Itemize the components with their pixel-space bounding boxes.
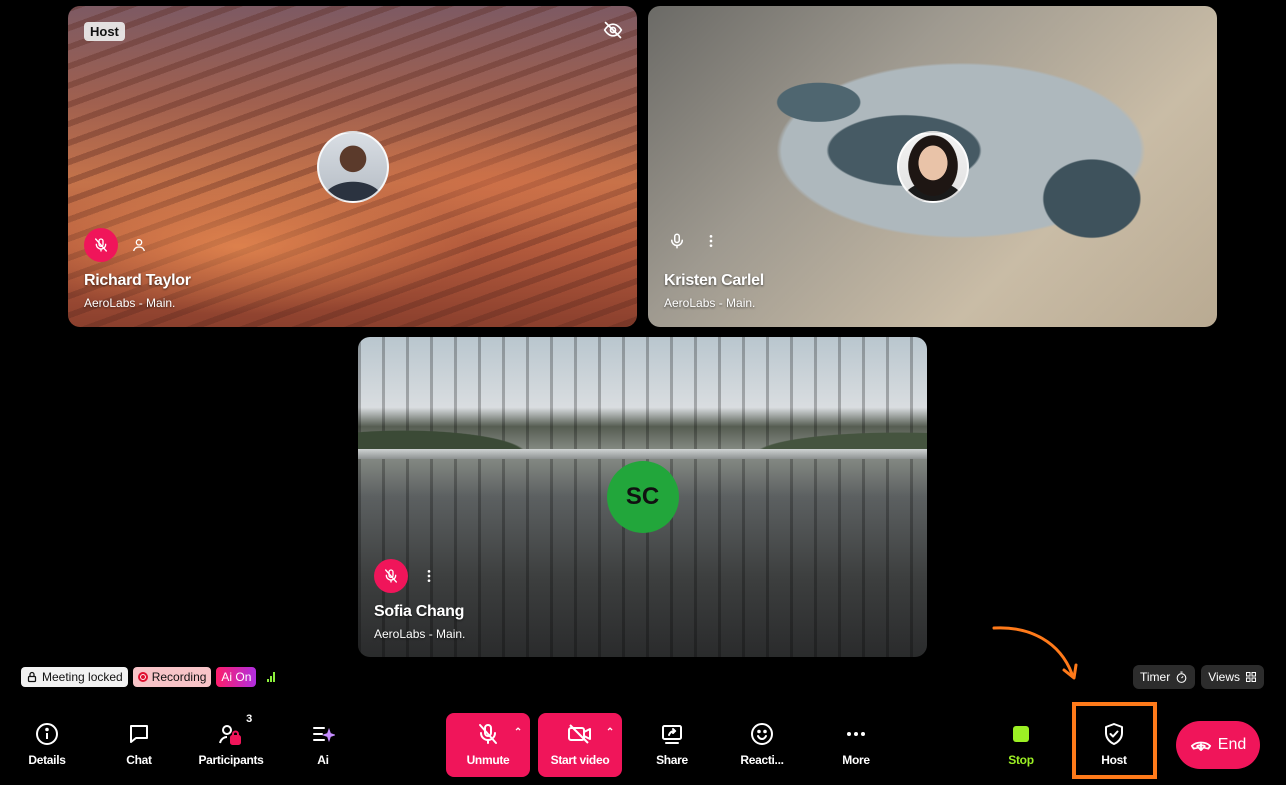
chevron-up-icon[interactable]: ⌃ [606, 727, 614, 738]
ai-button[interactable]: Ai [285, 713, 361, 775]
stop-recording-button[interactable]: Stop [983, 713, 1059, 775]
phone-end-icon [1190, 741, 1211, 751]
share-button[interactable]: Share [634, 713, 710, 775]
video-background-dam [358, 449, 927, 459]
video-background-hills [358, 399, 927, 454]
participants-icon: 3 [218, 713, 252, 749]
video-tile-richard[interactable]: Host Richard Taylor AeroLabs - Main. [68, 6, 637, 327]
info-icon [35, 719, 59, 749]
unmute-label: Unmute [466, 753, 510, 767]
participant-org: AeroLabs - Main. [664, 296, 756, 310]
end-call-button[interactable]: End [1176, 721, 1260, 769]
ai-label: Ai [317, 753, 329, 767]
avatar-initials: SC [606, 461, 679, 533]
start-video-label: Start video [550, 753, 610, 767]
ai-status-badge[interactable]: Ai On [216, 667, 257, 687]
timer-label: Timer [1139, 670, 1171, 684]
ai-icon [311, 719, 335, 749]
recording-label: Recording [151, 670, 207, 684]
record-dot-icon [137, 672, 148, 682]
participants-count-badge: 3 [246, 713, 252, 725]
share-label: Share [656, 753, 688, 767]
recording-badge[interactable]: Recording [132, 667, 212, 687]
eye-off-icon[interactable] [603, 20, 623, 40]
more-vertical-icon[interactable] [698, 228, 724, 254]
mic-icon[interactable] [664, 228, 690, 254]
participants-button[interactable]: 3 Participants [193, 713, 269, 775]
participant-name: Richard Taylor [84, 272, 191, 289]
chat-button[interactable]: Chat [101, 713, 177, 775]
lock-icon [27, 671, 37, 683]
status-bar: Meeting locked Recording Ai On [21, 667, 276, 687]
chat-icon [127, 719, 151, 749]
unmute-button[interactable]: ⌃ Unmute [446, 713, 530, 777]
end-label: End [1217, 736, 1247, 753]
participant-org: AeroLabs - Main. [374, 627, 466, 641]
participant-name: Sofia Chang [374, 603, 465, 620]
mic-off-icon[interactable] [374, 559, 408, 593]
person-icon[interactable] [126, 232, 152, 258]
meeting-locked-badge[interactable]: Meeting locked [21, 667, 128, 687]
mic-off-icon[interactable] [84, 228, 118, 262]
start-video-button[interactable]: ⌃ Start video [538, 713, 622, 777]
participants-label: Participants [198, 753, 264, 767]
meeting-locked-label: Meeting locked [42, 670, 123, 684]
video-tile-kristen[interactable]: Kristen Carlel AeroLabs - Main. [648, 6, 1217, 327]
mic-off-icon [476, 719, 500, 749]
chat-label: Chat [126, 753, 152, 767]
smile-icon [750, 719, 774, 749]
timer-icon [1176, 671, 1187, 683]
views-label: Views [1208, 670, 1240, 684]
reactions-label: Reacti... [740, 753, 784, 767]
arrow-annotation-icon [992, 626, 1078, 680]
stop-icon [1013, 719, 1029, 749]
stop-label: Stop [1008, 753, 1034, 767]
grid-icon [1246, 672, 1256, 682]
participant-org: AeroLabs - Main. [84, 296, 176, 310]
signal-icon [267, 672, 276, 682]
share-screen-icon [660, 719, 684, 749]
views-button[interactable]: Views [1201, 665, 1264, 689]
avatar [316, 130, 389, 203]
host-highlight-box [1072, 702, 1157, 779]
avatar [896, 130, 969, 203]
video-tile-sofia[interactable]: SC Sofia Chang AeroLabs - Main. [358, 337, 927, 657]
timer-button[interactable]: Timer [1132, 665, 1196, 689]
participant-name: Kristen Carlel [664, 272, 764, 289]
more-label: More [842, 753, 870, 767]
video-off-icon [567, 719, 593, 749]
more-horizontal-icon [844, 719, 868, 749]
ai-status-label: Ai On [221, 670, 252, 684]
chevron-up-icon[interactable]: ⌃ [514, 727, 522, 738]
details-button[interactable]: Details [9, 713, 85, 775]
details-label: Details [28, 753, 66, 767]
more-vertical-icon[interactable] [416, 563, 442, 589]
host-tag: Host [84, 22, 125, 41]
more-button[interactable]: More [818, 713, 894, 775]
reactions-button[interactable]: Reacti... [724, 713, 800, 775]
